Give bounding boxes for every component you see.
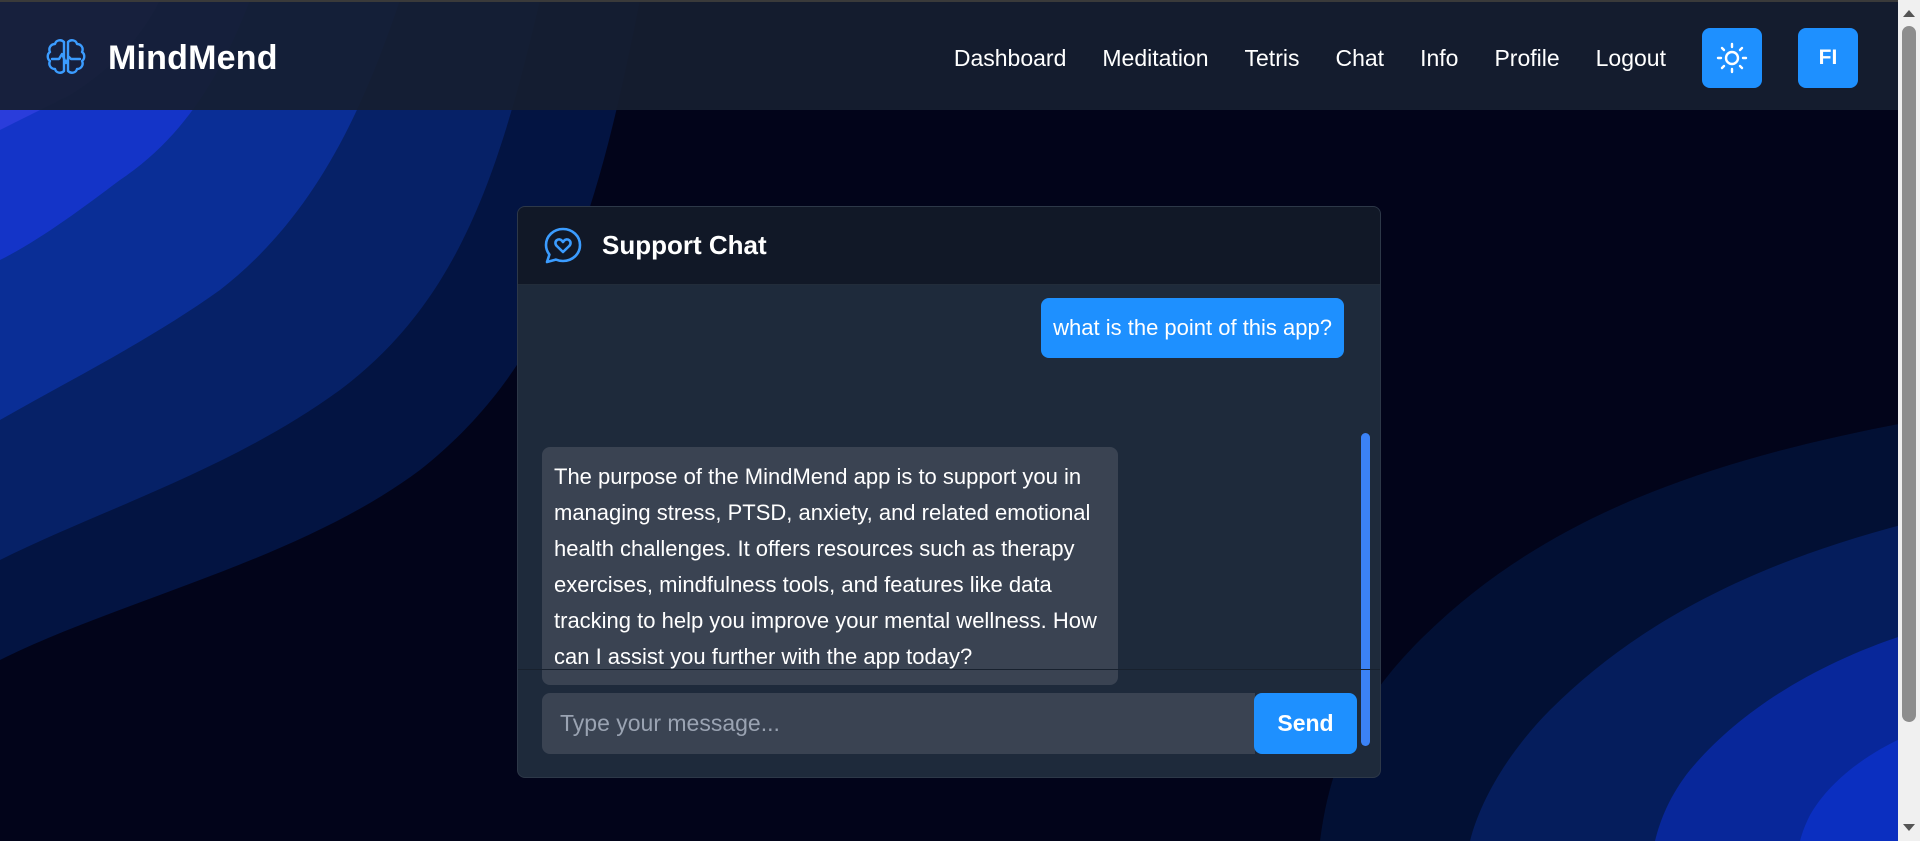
user-avatar-button[interactable]: FI bbox=[1798, 28, 1858, 88]
brand-name: MindMend bbox=[108, 38, 278, 77]
theme-toggle-button[interactable] bbox=[1702, 28, 1762, 88]
nav-link-logout[interactable]: Logout bbox=[1596, 45, 1666, 72]
nav-link-meditation[interactable]: Meditation bbox=[1102, 45, 1208, 72]
assistant-message: The purpose of the MindMend app is to su… bbox=[542, 447, 1118, 685]
page: MindMend Dashboard Meditation Tetris Cha… bbox=[0, 0, 1898, 841]
window-scrollbar[interactable] bbox=[1898, 0, 1920, 841]
message-scrollbar[interactable] bbox=[1361, 433, 1370, 746]
nav-link-dashboard[interactable]: Dashboard bbox=[954, 45, 1067, 72]
brain-pulse-icon bbox=[46, 39, 86, 74]
nav-link-tetris[interactable]: Tetris bbox=[1245, 45, 1300, 72]
nav-link-chat[interactable]: Chat bbox=[1335, 45, 1384, 72]
user-message: what is the point of this app? bbox=[1041, 298, 1344, 358]
chat-header: Support Chat bbox=[518, 207, 1380, 285]
top-navbar: MindMend Dashboard Meditation Tetris Cha… bbox=[0, 0, 1898, 110]
nav-link-info[interactable]: Info bbox=[1420, 45, 1458, 72]
divider bbox=[518, 669, 1380, 670]
scroll-up-arrow-icon[interactable] bbox=[1903, 10, 1915, 17]
support-chat-card: Support Chat what is the point of this a… bbox=[517, 206, 1381, 778]
main-nav: Dashboard Meditation Tetris Chat Info Pr… bbox=[954, 28, 1858, 88]
sun-icon bbox=[1716, 42, 1748, 74]
brand[interactable]: MindMend bbox=[42, 34, 278, 82]
nav-link-profile[interactable]: Profile bbox=[1494, 45, 1559, 72]
chat-heart-icon bbox=[544, 227, 582, 263]
window-scroll-thumb[interactable] bbox=[1902, 26, 1916, 722]
chat-title: Support Chat bbox=[602, 230, 767, 260]
message-list[interactable]: what is the point of this app? The purpo… bbox=[518, 285, 1380, 746]
message-input[interactable] bbox=[542, 693, 1255, 754]
scroll-down-arrow-icon[interactable] bbox=[1903, 824, 1915, 831]
send-button[interactable]: Send bbox=[1254, 693, 1357, 754]
message-composer: Send bbox=[542, 693, 1357, 754]
